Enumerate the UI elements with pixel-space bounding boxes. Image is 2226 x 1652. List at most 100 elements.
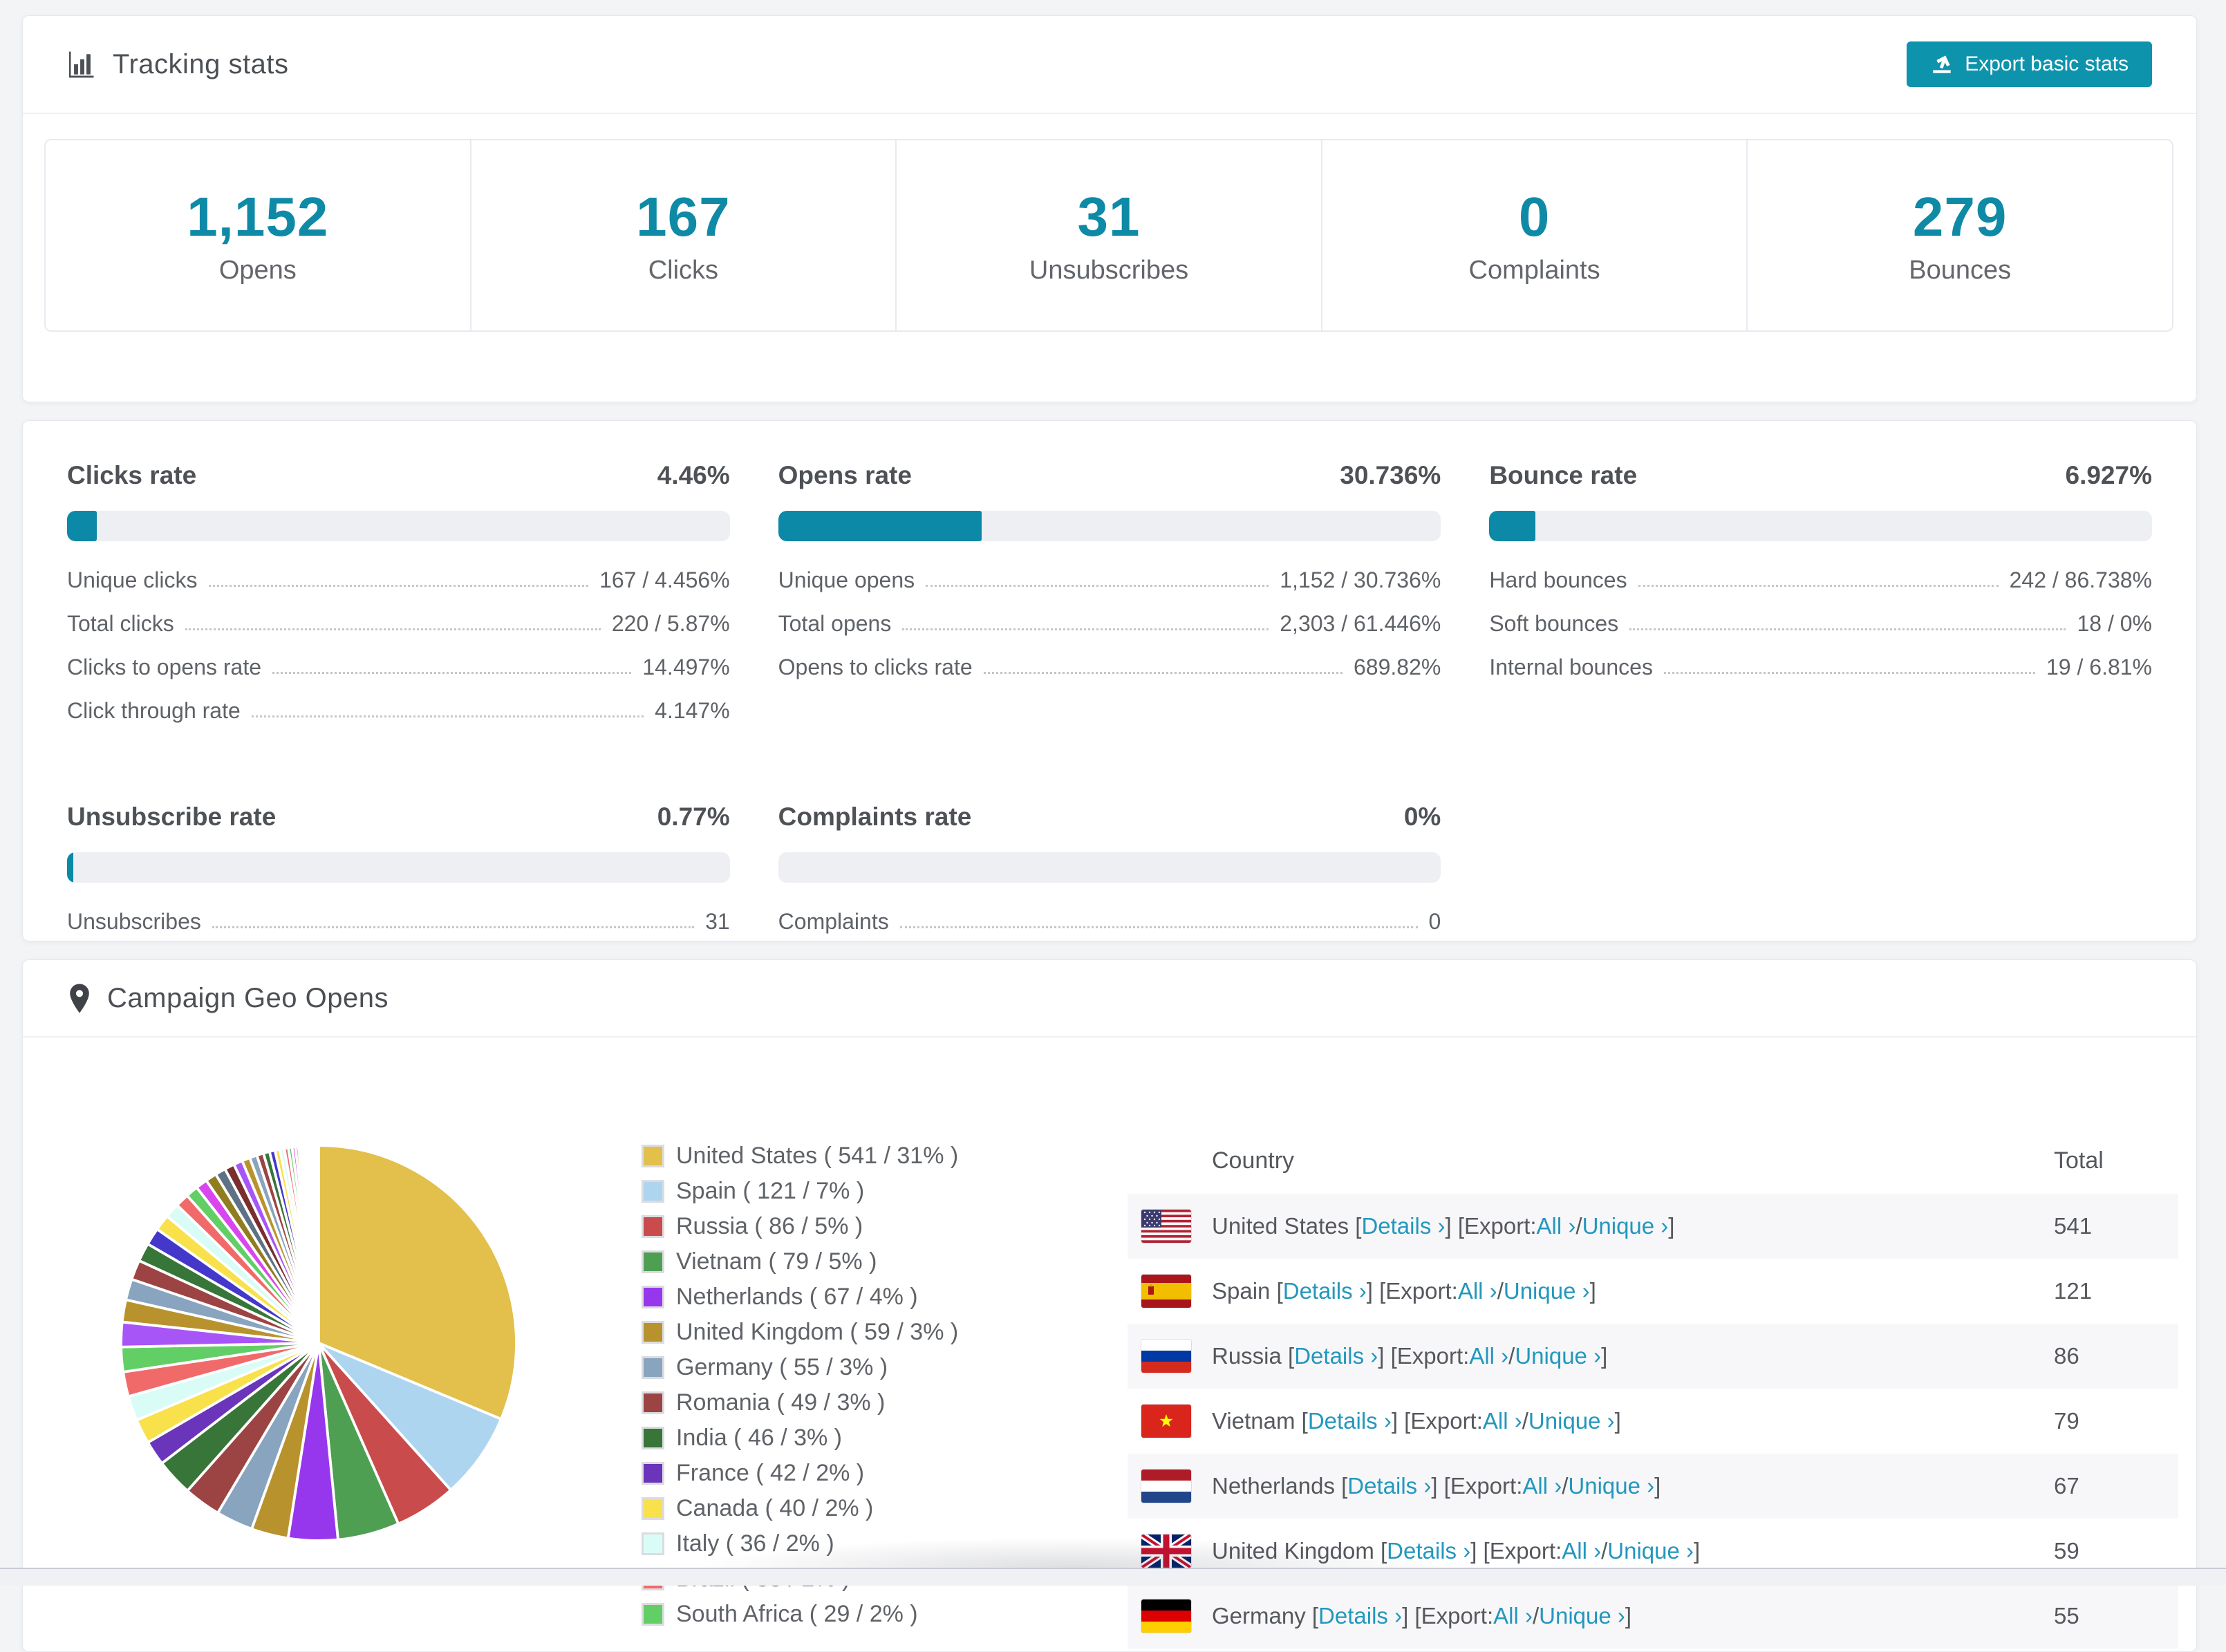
detail-label: Complaints [778, 909, 889, 935]
legend-swatch [644, 1499, 662, 1518]
stat-value: 0 [1519, 185, 1551, 249]
detail-value: 4.147% [655, 698, 730, 724]
flag-icon-us [1141, 1210, 1191, 1243]
bar-chart-icon [67, 49, 97, 79]
export-all-link[interactable]: All › [1483, 1408, 1522, 1434]
rate-progress-fill [778, 511, 982, 541]
bottom-scrollbar[interactable] [0, 1568, 2226, 1586]
flag-icon-nl [1141, 1470, 1191, 1503]
export-unique-link[interactable]: Unique › [1504, 1278, 1590, 1304]
separator: / [1562, 1473, 1568, 1499]
rate-value: 30.736% [1340, 461, 1441, 490]
export-basic-stats-button[interactable]: Export basic stats [1907, 41, 2152, 87]
legend-swatch [644, 1323, 662, 1342]
rate-progress-fill [67, 852, 73, 883]
export-unique-link[interactable]: Unique › [1515, 1343, 1601, 1369]
legend-label: United States ( 541 / 31% ) [676, 1143, 958, 1170]
country-name: Netherlands [1212, 1473, 1341, 1499]
export-unique-link[interactable]: Unique › [1607, 1538, 1694, 1564]
export-unique-link[interactable]: Unique › [1539, 1603, 1625, 1629]
bracket: ] [1654, 1473, 1661, 1499]
geo-table-row-nl: Netherlands [Details ›] [Export: All › /… [1128, 1454, 2178, 1519]
geo-table-row-de: Germany [Details ›] [Export: All › / Uni… [1128, 1584, 2178, 1649]
geo-pie-chart [108, 1132, 530, 1554]
stat-label: Clicks [648, 256, 718, 285]
details-link[interactable]: Details › [1387, 1538, 1470, 1564]
separator: / [1508, 1343, 1515, 1369]
details-link[interactable]: Details › [1318, 1603, 1402, 1629]
dotted-leader [272, 672, 631, 674]
export-unique-link[interactable]: Unique › [1528, 1408, 1615, 1434]
legend-swatch [644, 1464, 662, 1483]
rate-block-bounce-rate: Bounce rate6.927%Hard bounces242 / 86.73… [1489, 461, 2152, 742]
legend-label: South Africa ( 29 / 2% ) [676, 1601, 918, 1628]
rate-block-opens-rate: Opens rate30.736%Unique opens1,152 / 30.… [778, 461, 1441, 742]
country-total: 121 [2054, 1278, 2178, 1304]
export-button-label: Export basic stats [1965, 53, 2129, 76]
column-header-total: Total [2054, 1147, 2178, 1174]
detail-label: Internal bounces [1489, 655, 1653, 680]
export-unique-link[interactable]: Unique › [1568, 1473, 1654, 1499]
legend-item-canada: Canada ( 40 / 2% ) [644, 1495, 958, 1522]
country-total: 79 [2054, 1408, 2178, 1434]
dotted-leader [1629, 628, 2066, 630]
export-all-link[interactable]: All › [1458, 1278, 1497, 1304]
country-name: Vietnam [1212, 1408, 1302, 1434]
tracking-stats-title: Tracking stats [113, 49, 288, 80]
detail-label: Clicks to opens rate [67, 655, 261, 680]
legend-item-romania: Romania ( 49 / 3% ) [644, 1389, 958, 1416]
rate-detail-row: Clicks to opens rate14.497% [67, 655, 730, 680]
stat-label: Bounces [1909, 256, 2011, 285]
stat-label: Unsubscribes [1029, 256, 1188, 285]
rate-detail-row: Click through rate4.147% [67, 698, 730, 724]
rates-grid: Clicks rate4.46%Unique clicks167 / 4.456… [23, 421, 2196, 993]
details-link[interactable]: Details › [1308, 1408, 1392, 1434]
export-all-link[interactable]: All › [1522, 1473, 1562, 1499]
details-link[interactable]: Details › [1361, 1213, 1445, 1239]
export-icon [1930, 53, 1954, 76]
stat-value: 31 [1077, 185, 1140, 249]
details-link[interactable]: Details › [1283, 1278, 1367, 1304]
dotted-leader [900, 926, 1418, 928]
geo-table-header: Country Total [1128, 1127, 2178, 1194]
export-all-link[interactable]: All › [1469, 1343, 1508, 1369]
export-all-link[interactable]: All › [1537, 1213, 1576, 1239]
export-unique-link[interactable]: Unique › [1582, 1213, 1669, 1239]
legend-label: Romania ( 49 / 3% ) [676, 1389, 885, 1416]
stat-value: 1,152 [187, 185, 328, 249]
legend-swatch [644, 1217, 662, 1236]
bracket: ] [1694, 1538, 1700, 1564]
detail-label: Unique opens [778, 567, 915, 593]
details-link[interactable]: Details › [1347, 1473, 1431, 1499]
country-name: Russia [1212, 1343, 1288, 1369]
detail-value: 1,152 / 30.736% [1280, 567, 1441, 593]
separator: / [1522, 1408, 1528, 1434]
export-all-link[interactable]: All › [1562, 1538, 1601, 1564]
legend-item-germany: Germany ( 55 / 3% ) [644, 1354, 958, 1381]
bracket: [ [1341, 1473, 1347, 1499]
campaign-geo-opens-card: Campaign Geo Opens United States ( 541 /… [22, 959, 2197, 1652]
stat-card-complaints: 0Complaints [1321, 140, 1747, 330]
stats-summary-row: 1,152Opens167Clicks31Unsubscribes0Compla… [44, 139, 2173, 332]
column-header-country: Country [1128, 1147, 2054, 1174]
legend-label: Italy ( 36 / 2% ) [676, 1530, 834, 1557]
bracket: ] [Export: [1367, 1278, 1458, 1304]
country-name: Germany [1212, 1603, 1312, 1629]
detail-label: Total clicks [67, 611, 174, 637]
dotted-leader [185, 628, 601, 630]
legend-label: Russia ( 86 / 5% ) [676, 1213, 863, 1240]
stat-card-unsubscribes: 31 Unsubscribes [895, 140, 1321, 330]
country-name: Spain [1212, 1278, 1277, 1304]
rate-detail-row: Opens to clicks rate689.82% [778, 655, 1441, 680]
export-all-link[interactable]: All › [1493, 1603, 1533, 1629]
bracket: ] [Export: [1402, 1603, 1493, 1629]
details-link[interactable]: Details › [1294, 1343, 1378, 1369]
geo-header: Campaign Geo Opens [23, 960, 2196, 1038]
detail-value: 220 / 5.87% [612, 611, 730, 637]
stat-value: 167 [636, 185, 730, 249]
legend-item-united-kingdom: United Kingdom ( 59 / 3% ) [644, 1319, 958, 1346]
dotted-leader [984, 672, 1343, 674]
rate-detail-row: Soft bounces18 / 0% [1489, 611, 2152, 637]
legend-item-italy: Italy ( 36 / 2% ) [644, 1530, 958, 1557]
legend-swatch [644, 1288, 662, 1306]
